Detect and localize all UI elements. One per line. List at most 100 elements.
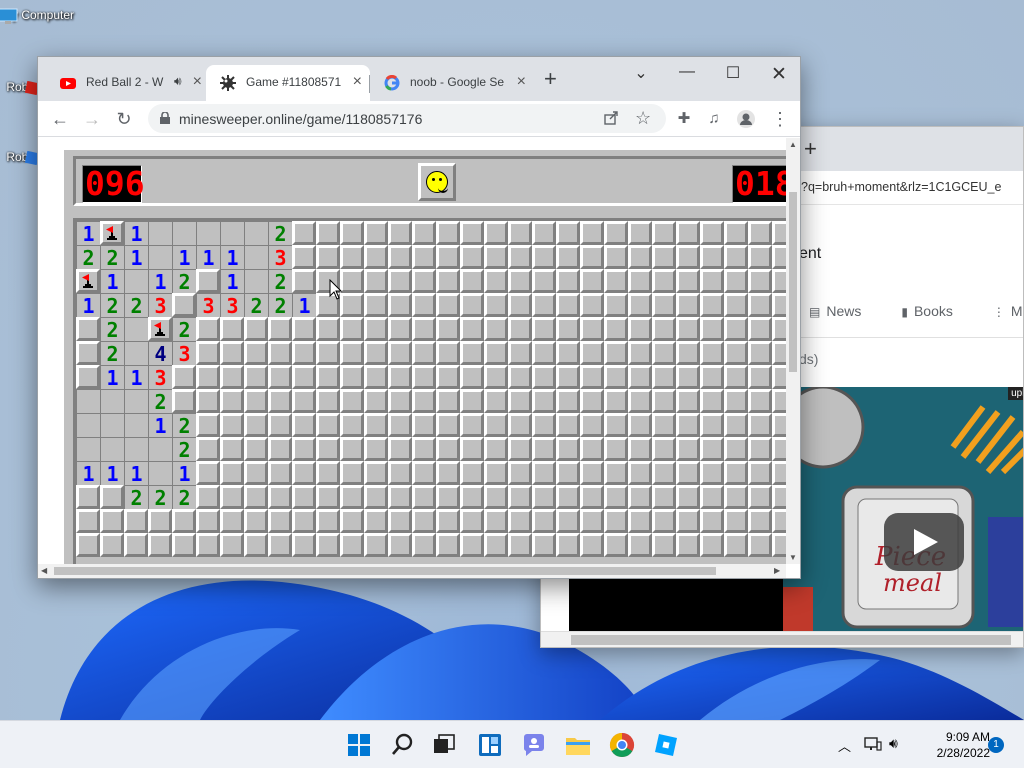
- closed-cell[interactable]: [292, 413, 316, 437]
- scroll-down-arrow-icon[interactable]: ▼: [789, 553, 797, 562]
- closed-cell[interactable]: [172, 509, 196, 533]
- closed-cell[interactable]: [148, 533, 172, 557]
- closed-cell[interactable]: [532, 365, 556, 389]
- number-cell[interactable]: 3: [268, 245, 292, 270]
- closed-cell[interactable]: [508, 533, 532, 557]
- closed-cell[interactable]: [484, 485, 508, 509]
- closed-cell[interactable]: [508, 293, 532, 317]
- closed-cell[interactable]: [628, 533, 652, 557]
- closed-cell[interactable]: [748, 461, 772, 485]
- closed-cell[interactable]: [652, 341, 676, 365]
- closed-cell[interactable]: [292, 533, 316, 557]
- closed-cell[interactable]: [628, 341, 652, 365]
- closed-cell[interactable]: [580, 365, 604, 389]
- closed-cell[interactable]: [724, 533, 748, 557]
- tab-youtube[interactable]: Red Ball 2 - W 🔊︎ ×: [46, 65, 210, 101]
- closed-cell[interactable]: [772, 293, 786, 317]
- closed-cell[interactable]: [772, 461, 786, 485]
- number-cell[interactable]: 1: [76, 461, 100, 486]
- closed-cell[interactable]: [700, 533, 724, 557]
- closed-cell[interactable]: [628, 413, 652, 437]
- closed-cell[interactable]: [676, 461, 700, 485]
- closed-cell[interactable]: [532, 509, 556, 533]
- closed-cell[interactable]: [652, 413, 676, 437]
- closed-cell[interactable]: [316, 341, 340, 365]
- closed-cell[interactable]: [772, 317, 786, 341]
- number-cell[interactable]: 2: [172, 485, 196, 510]
- number-cell[interactable]: 3: [148, 365, 172, 390]
- closed-cell[interactable]: [388, 245, 412, 269]
- closed-cell[interactable]: [436, 413, 460, 437]
- closed-cell[interactable]: [676, 317, 700, 341]
- closed-cell[interactable]: [676, 437, 700, 461]
- chrome-window[interactable]: Red Ball 2 - W 🔊︎ × Game #11808571 × noo…: [37, 56, 801, 579]
- number-cell[interactable]: 2: [172, 437, 196, 462]
- closed-cell[interactable]: [724, 461, 748, 485]
- closed-cell[interactable]: [268, 485, 292, 509]
- closed-cell[interactable]: [604, 293, 628, 317]
- closed-cell[interactable]: [244, 341, 268, 365]
- closed-cell[interactable]: [748, 341, 772, 365]
- open-cell[interactable]: [124, 317, 148, 341]
- closed-cell[interactable]: [580, 245, 604, 269]
- closed-cell[interactable]: [508, 413, 532, 437]
- closed-cell[interactable]: [748, 389, 772, 413]
- closed-cell[interactable]: [196, 269, 220, 293]
- widgets-icon[interactable]: [476, 731, 504, 759]
- number-cell[interactable]: 1: [220, 245, 244, 270]
- tab-google[interactable]: noob - Google Se ×: [370, 65, 534, 101]
- closed-cell[interactable]: [724, 437, 748, 461]
- closed-cell[interactable]: [484, 461, 508, 485]
- closed-cell[interactable]: [580, 389, 604, 413]
- closed-cell[interactable]: [508, 437, 532, 461]
- forward-arrow-icon[interactable]: →: [82, 109, 102, 129]
- closed-cell[interactable]: [748, 293, 772, 317]
- closed-cell[interactable]: [532, 413, 556, 437]
- closed-cell[interactable]: [340, 341, 364, 365]
- closed-cell[interactable]: [340, 245, 364, 269]
- closed-cell[interactable]: [700, 461, 724, 485]
- open-cell[interactable]: [148, 437, 172, 461]
- closed-cell[interactable]: [484, 413, 508, 437]
- number-cell[interactable]: 1: [148, 413, 172, 438]
- closed-cell[interactable]: [652, 365, 676, 389]
- number-cell[interactable]: 2: [124, 485, 148, 510]
- closed-cell[interactable]: [532, 221, 556, 245]
- closed-cell[interactable]: [268, 389, 292, 413]
- file-explorer-icon[interactable]: [564, 731, 592, 759]
- closed-cell[interactable]: [604, 509, 628, 533]
- closed-cell[interactable]: [340, 317, 364, 341]
- closed-cell[interactable]: [364, 461, 388, 485]
- horizontal-scrollbar[interactable]: [541, 631, 1023, 647]
- closed-cell[interactable]: [412, 293, 436, 317]
- open-cell[interactable]: [76, 437, 100, 461]
- closed-cell[interactable]: [772, 245, 786, 269]
- closed-cell[interactable]: [604, 437, 628, 461]
- open-cell[interactable]: [100, 437, 124, 461]
- open-cell[interactable]: [100, 413, 124, 437]
- closed-cell[interactable]: [292, 221, 316, 245]
- closed-cell[interactable]: [628, 269, 652, 293]
- closed-cell[interactable]: [388, 509, 412, 533]
- closed-cell[interactable]: [340, 533, 364, 557]
- closed-cell[interactable]: [556, 509, 580, 533]
- closed-cell[interactable]: [724, 413, 748, 437]
- closed-cell[interactable]: [484, 341, 508, 365]
- vertical-scrollbar[interactable]: ▲ ▼: [786, 138, 800, 564]
- closed-cell[interactable]: [316, 461, 340, 485]
- closed-cell[interactable]: [484, 509, 508, 533]
- closed-cell[interactable]: [196, 437, 220, 461]
- closed-cell[interactable]: [628, 317, 652, 341]
- closed-cell[interactable]: [460, 437, 484, 461]
- closed-cell[interactable]: [436, 269, 460, 293]
- closed-cell[interactable]: [76, 317, 100, 341]
- closed-cell[interactable]: [340, 389, 364, 413]
- closed-cell[interactable]: [628, 293, 652, 317]
- closed-cell[interactable]: [316, 221, 340, 245]
- closed-cell[interactable]: [412, 365, 436, 389]
- closed-cell[interactable]: [436, 461, 460, 485]
- closed-cell[interactable]: [316, 509, 340, 533]
- closed-cell[interactable]: [412, 509, 436, 533]
- closed-cell[interactable]: [220, 389, 244, 413]
- closed-cell[interactable]: [508, 485, 532, 509]
